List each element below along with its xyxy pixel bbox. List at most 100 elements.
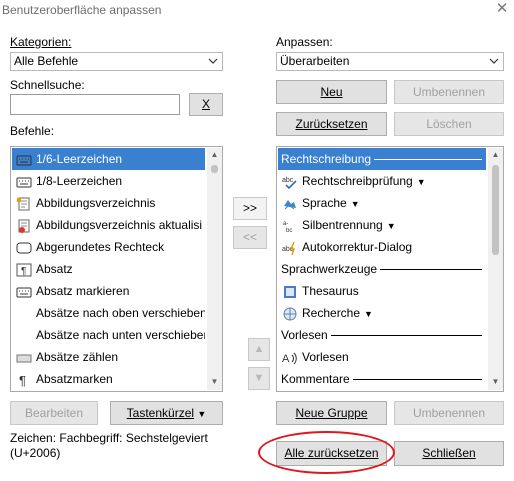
item-label: Rechtschreibprüfung ▼ (302, 174, 426, 188)
group-header[interactable]: Sprachwerkzeuge (278, 258, 486, 280)
quicksearch-input[interactable] (10, 94, 180, 115)
close-icon[interactable]: ✕ (492, 0, 512, 18)
group-header[interactable]: Rechtschreibung (278, 148, 486, 170)
move-up-button[interactable]: ▲ (248, 338, 270, 361)
customize-item[interactable]: abc Autokorrektur-Dialog (278, 236, 486, 258)
read-aloud-icon: A (282, 350, 298, 365)
keyboard-icon (16, 284, 32, 298)
command-label: 1/8-Leerzeichen (36, 174, 123, 188)
clear-search-button[interactable]: X (189, 93, 223, 116)
new-group-button[interactable]: Neue Gruppe (276, 401, 387, 425)
scroll-thumb[interactable] (211, 165, 218, 173)
command-item[interactable]: Abbildungsverzeichnis aktualisi (12, 214, 205, 236)
item-label: Autokorrektur-Dialog (302, 240, 413, 254)
command-label: Absätze nach unten verschieben (36, 328, 205, 342)
group-header[interactable]: Kommentare (278, 368, 486, 390)
dropdown-arrow-icon: ▼ (350, 199, 360, 209)
close-button[interactable]: Schließen (394, 441, 504, 466)
command-label: Abgerundetes Rechteck (36, 240, 165, 254)
commands-scrollbar[interactable]: ▲ ▼ (207, 148, 222, 390)
customize-dropdown[interactable]: Überarbeiten (276, 52, 504, 71)
scroll-up-icon[interactable]: ▲ (491, 151, 500, 159)
command-label: 1/6-Leerzeichen (36, 152, 123, 166)
chevron-down-icon (208, 58, 218, 64)
rename-button[interactable]: Umbenennen (394, 80, 504, 104)
highlight-circle (258, 431, 395, 474)
figure-index-icon (16, 196, 32, 211)
scroll-thumb[interactable] (492, 165, 499, 255)
group-label: Kommentare (281, 372, 350, 386)
quicksearch-label: Schnellsuche: (10, 78, 85, 92)
dropdown-arrow-icon: ▼ (197, 409, 207, 419)
command-item[interactable]: 1/8-Leerzeichen (12, 170, 205, 192)
rename-group-button[interactable]: Umbenennen (394, 401, 504, 425)
group-separator-line (374, 159, 482, 160)
pilcrow-icon: ¶ (16, 372, 32, 388)
command-item[interactable]: Abgerundetes Rechteck (12, 236, 205, 258)
command-label: Abbildungsverzeichnis (36, 196, 156, 210)
customize-item[interactable]: Recherche ▼ (278, 302, 486, 324)
reset-button[interactable]: Zurücksetzen (276, 112, 387, 136)
customize-item[interactable]: Thesaurus (278, 280, 486, 302)
hyphenation-icon: a-bc (282, 218, 298, 234)
customize-list[interactable]: ▲ ▼ Rechtschreibung abc Rechtschreibprüfun… (276, 146, 504, 392)
edit-button[interactable]: Bearbeiten (10, 401, 98, 425)
move-down-button[interactable]: ▼ (248, 367, 270, 390)
thesaurus-icon (282, 284, 298, 298)
svg-text:¶: ¶ (19, 373, 26, 387)
item-label: Thesaurus (302, 284, 359, 298)
customize-item[interactable]: a-bc Silbentrennung ▼ (278, 214, 486, 236)
spellcheck-icon: abc (282, 174, 298, 190)
description-line1: Zeichen: Fachbegriff: Sechstelgeviert (10, 431, 208, 445)
command-item[interactable]: Abbildungsverzeichnis (12, 192, 205, 214)
remove-command-button[interactable]: << (233, 226, 267, 249)
command-item[interactable]: ¶ Absatzmarken (12, 368, 205, 390)
svg-text:A: A (282, 353, 290, 365)
categories-value: Alle Befehle (14, 54, 79, 68)
command-item[interactable]: Absätze zählen (12, 346, 205, 368)
command-label: Abbildungsverzeichnis aktualisi (36, 218, 203, 232)
update-figure-index-icon (16, 218, 32, 233)
language-icon (282, 196, 298, 210)
scroll-up-icon[interactable]: ▲ (210, 151, 219, 159)
command-item[interactable]: ¶ Absatz (12, 258, 205, 280)
add-command-button[interactable]: >> (233, 197, 267, 220)
customize-scrollbar[interactable]: ▲ ▼ (488, 148, 503, 390)
count-icon (16, 350, 32, 364)
group-label: Rechtschreibung (281, 152, 372, 166)
customize-item[interactable]: A Vorlesen (278, 346, 486, 368)
customize-item[interactable]: abc Rechtschreibprüfung ▼ (278, 170, 486, 192)
svg-text:bc: bc (286, 228, 292, 233)
customize-value: Überarbeiten (280, 54, 350, 68)
delete-button[interactable]: Löschen (394, 112, 504, 136)
new-button[interactable]: Neu (276, 80, 387, 104)
categories-label: Kategorien: (10, 35, 72, 49)
command-item[interactable]: Absätze nach unten verschieben (12, 324, 205, 346)
dropdown-arrow-icon: ▼ (416, 177, 426, 187)
rounded-rectangle-icon (16, 240, 32, 254)
group-header[interactable]: Vorlesen (278, 324, 486, 346)
description-line2: (U+2006) (10, 446, 61, 460)
keyboard-icon (16, 152, 32, 166)
command-label: Absätze zählen (36, 350, 119, 364)
arrow-down-icon: ▼ (253, 372, 265, 384)
command-item[interactable]: 1/6-Leerzeichen (12, 148, 205, 170)
categories-dropdown[interactable]: Alle Befehle (10, 52, 223, 71)
svg-text:¶: ¶ (21, 266, 26, 277)
arrow-up-icon: ▲ (253, 343, 265, 355)
group-separator-line (380, 269, 482, 270)
command-label: Absatz markieren (36, 284, 130, 298)
command-item[interactable]: Absätze nach oben verschieben (12, 302, 205, 324)
commands-label: Befehle: (10, 124, 55, 138)
research-globe-icon (282, 306, 298, 321)
item-label: Sprache ▼ (302, 196, 360, 210)
scroll-down-icon[interactable]: ▼ (210, 378, 219, 386)
shortcut-button[interactable]: Tastenkürzel ▼ (110, 401, 223, 425)
command-item[interactable]: Absatz markieren (12, 280, 205, 302)
commands-list[interactable]: ▲ ▼ 1/6-Leerzeichen 1/8-Leerzeichen Abbild… (10, 146, 223, 392)
command-label: Absätze nach oben verschieben (36, 306, 205, 320)
dropdown-arrow-icon: ▼ (386, 221, 396, 231)
customize-item[interactable]: Sprache ▼ (278, 192, 486, 214)
scroll-down-icon[interactable]: ▼ (491, 378, 500, 386)
paragraph-icon: ¶ (16, 262, 32, 277)
